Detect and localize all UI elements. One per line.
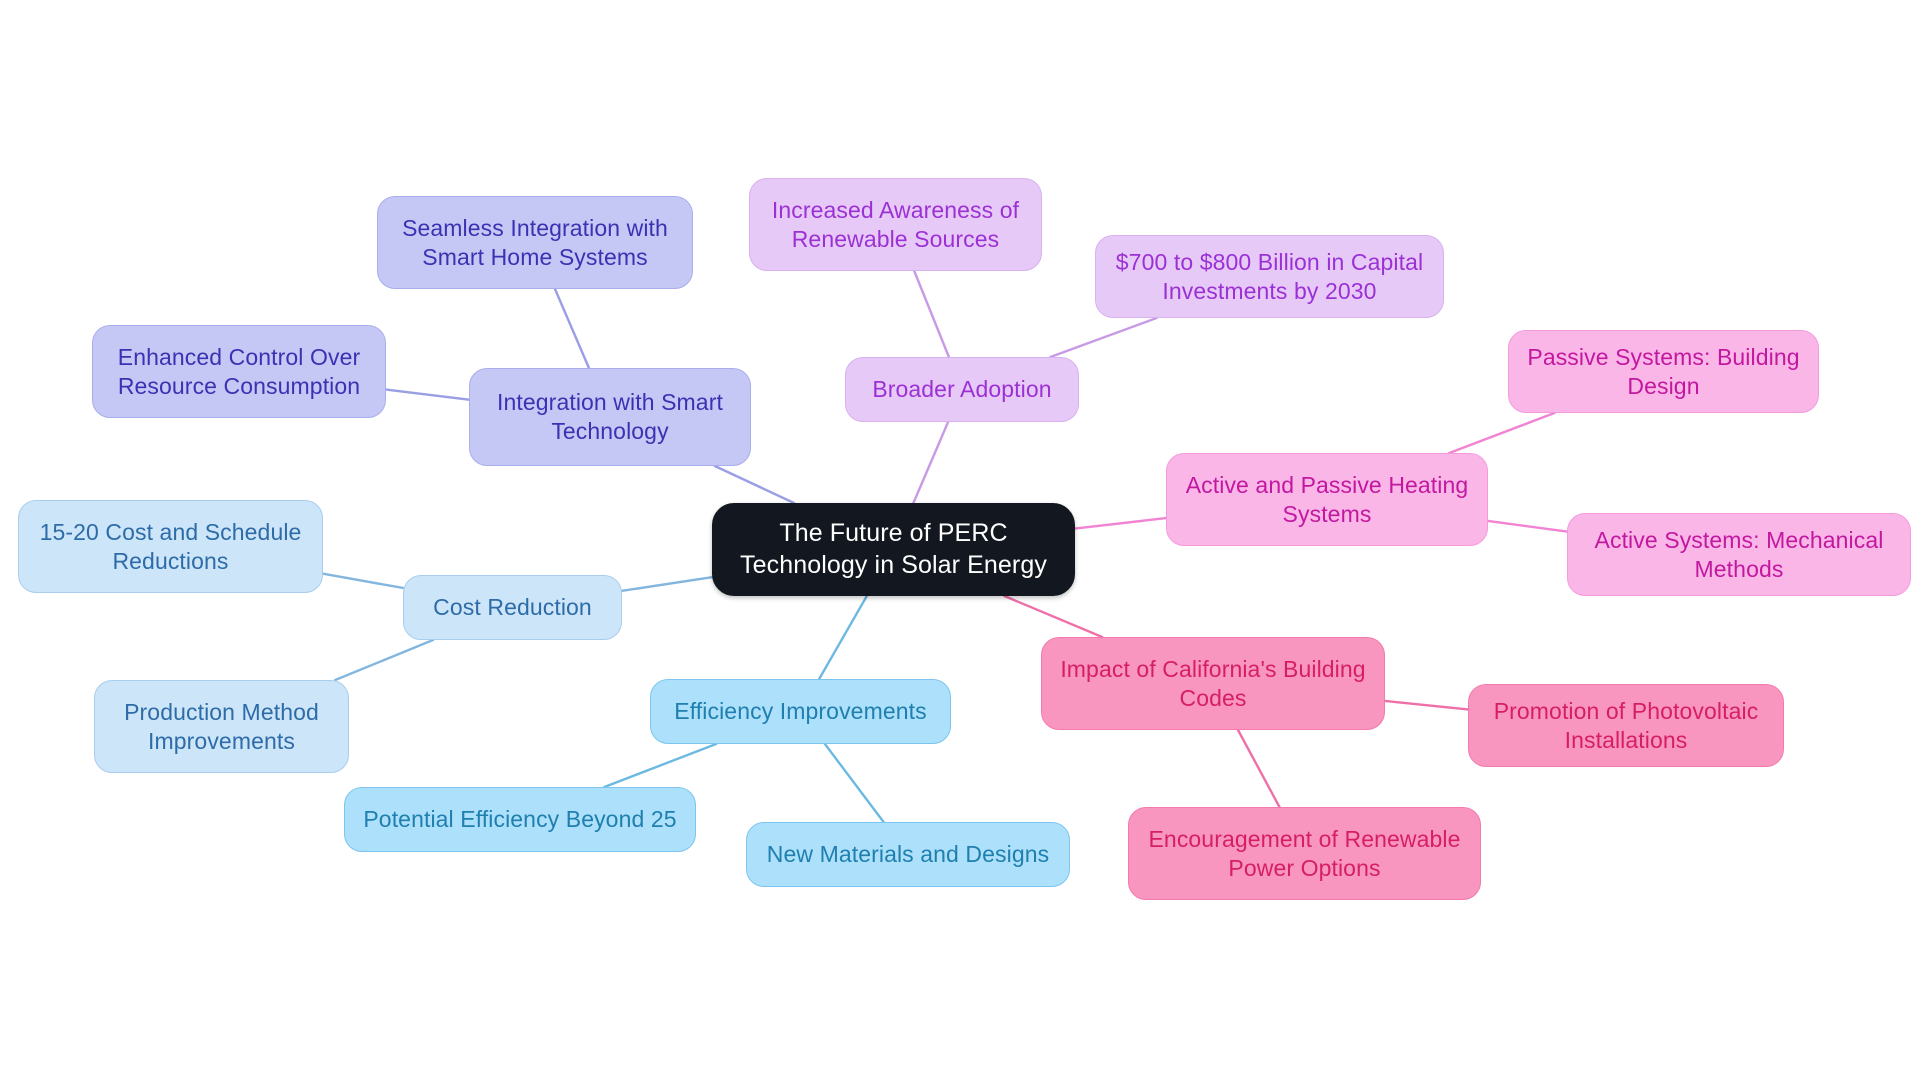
mindmap-leaf-potential-efficiency-beyond-25[interactable]: Potential Efficiency Beyond 25 bbox=[344, 787, 696, 852]
mindmap-leaf-passive-systems-building-design[interactable]: Passive Systems: Building Design bbox=[1508, 330, 1819, 413]
mindmap-leaf-capital-investments-by-2030[interactable]: $700 to $800 Billion in Capital Investme… bbox=[1095, 235, 1444, 318]
mindmap-edge bbox=[1003, 594, 1104, 639]
mindmap-branch-broader-adoption[interactable]: Broader Adoption bbox=[845, 357, 1079, 422]
mindmap-branch-efficiency-improvements[interactable]: Efficiency Improvements bbox=[650, 679, 951, 744]
mindmap-edge bbox=[912, 420, 950, 505]
mindmap-leaf-cost-and-schedule-reductions[interactable]: 15-20 Cost and Schedule Reductions bbox=[18, 500, 323, 593]
mindmap-edge bbox=[1383, 699, 1470, 711]
mindmap-branch-impact-of-californias-building-codes[interactable]: Impact of California's Building Codes bbox=[1041, 637, 1385, 730]
mindmap-leaf-production-method-improvements[interactable]: Production Method Improvements bbox=[94, 680, 349, 773]
mindmap-leaf-increased-awareness-of-renewable-sources[interactable]: Increased Awareness of Renewable Sources bbox=[749, 178, 1042, 271]
mindmap-edge bbox=[384, 388, 471, 401]
mindmap-edge bbox=[1448, 411, 1556, 455]
mindmap-branch-active-and-passive-heating-systems[interactable]: Active and Passive Heating Systems bbox=[1166, 453, 1488, 546]
mindmap-edge bbox=[334, 638, 435, 682]
mindmap-edge bbox=[603, 742, 718, 789]
mindmap-root-node[interactable]: The Future of PERC Technology in Solar E… bbox=[712, 503, 1075, 596]
mindmap-edge bbox=[1073, 516, 1168, 530]
mindmap-leaf-active-systems-mechanical-methods[interactable]: Active Systems: Mechanical Methods bbox=[1567, 513, 1911, 596]
mindmap-edge bbox=[1486, 519, 1569, 533]
mindmap-edge bbox=[553, 287, 591, 370]
mindmap-branch-integration-with-smart-technology[interactable]: Integration with Smart Technology bbox=[469, 368, 751, 466]
mindmap-edge bbox=[321, 572, 405, 590]
mindmap-leaf-enhanced-control-over-resource-consumption[interactable]: Enhanced Control Over Resource Consumpti… bbox=[92, 325, 386, 418]
mindmap-canvas: The Future of PERC Technology in Solar E… bbox=[0, 0, 1920, 1083]
mindmap-leaf-new-materials-and-designs[interactable]: New Materials and Designs bbox=[746, 822, 1070, 887]
mindmap-edge bbox=[1049, 316, 1158, 359]
mindmap-branch-cost-reduction[interactable]: Cost Reduction bbox=[403, 575, 622, 640]
mindmap-edge bbox=[620, 575, 714, 593]
mindmap-edge bbox=[823, 742, 885, 824]
mindmap-edge bbox=[817, 594, 869, 681]
mindmap-edge bbox=[913, 269, 951, 359]
mindmap-edge bbox=[713, 464, 796, 505]
mindmap-leaf-seamless-integration-with-smart-home-systems[interactable]: Seamless Integration with Smart Home Sys… bbox=[377, 196, 693, 289]
mindmap-edge bbox=[1236, 728, 1281, 809]
mindmap-leaf-encouragement-of-renewable-power-options[interactable]: Encouragement of Renewable Power Options bbox=[1128, 807, 1481, 900]
mindmap-leaf-promotion-of-photovoltaic-installations[interactable]: Promotion of Photovoltaic Installations bbox=[1468, 684, 1784, 767]
